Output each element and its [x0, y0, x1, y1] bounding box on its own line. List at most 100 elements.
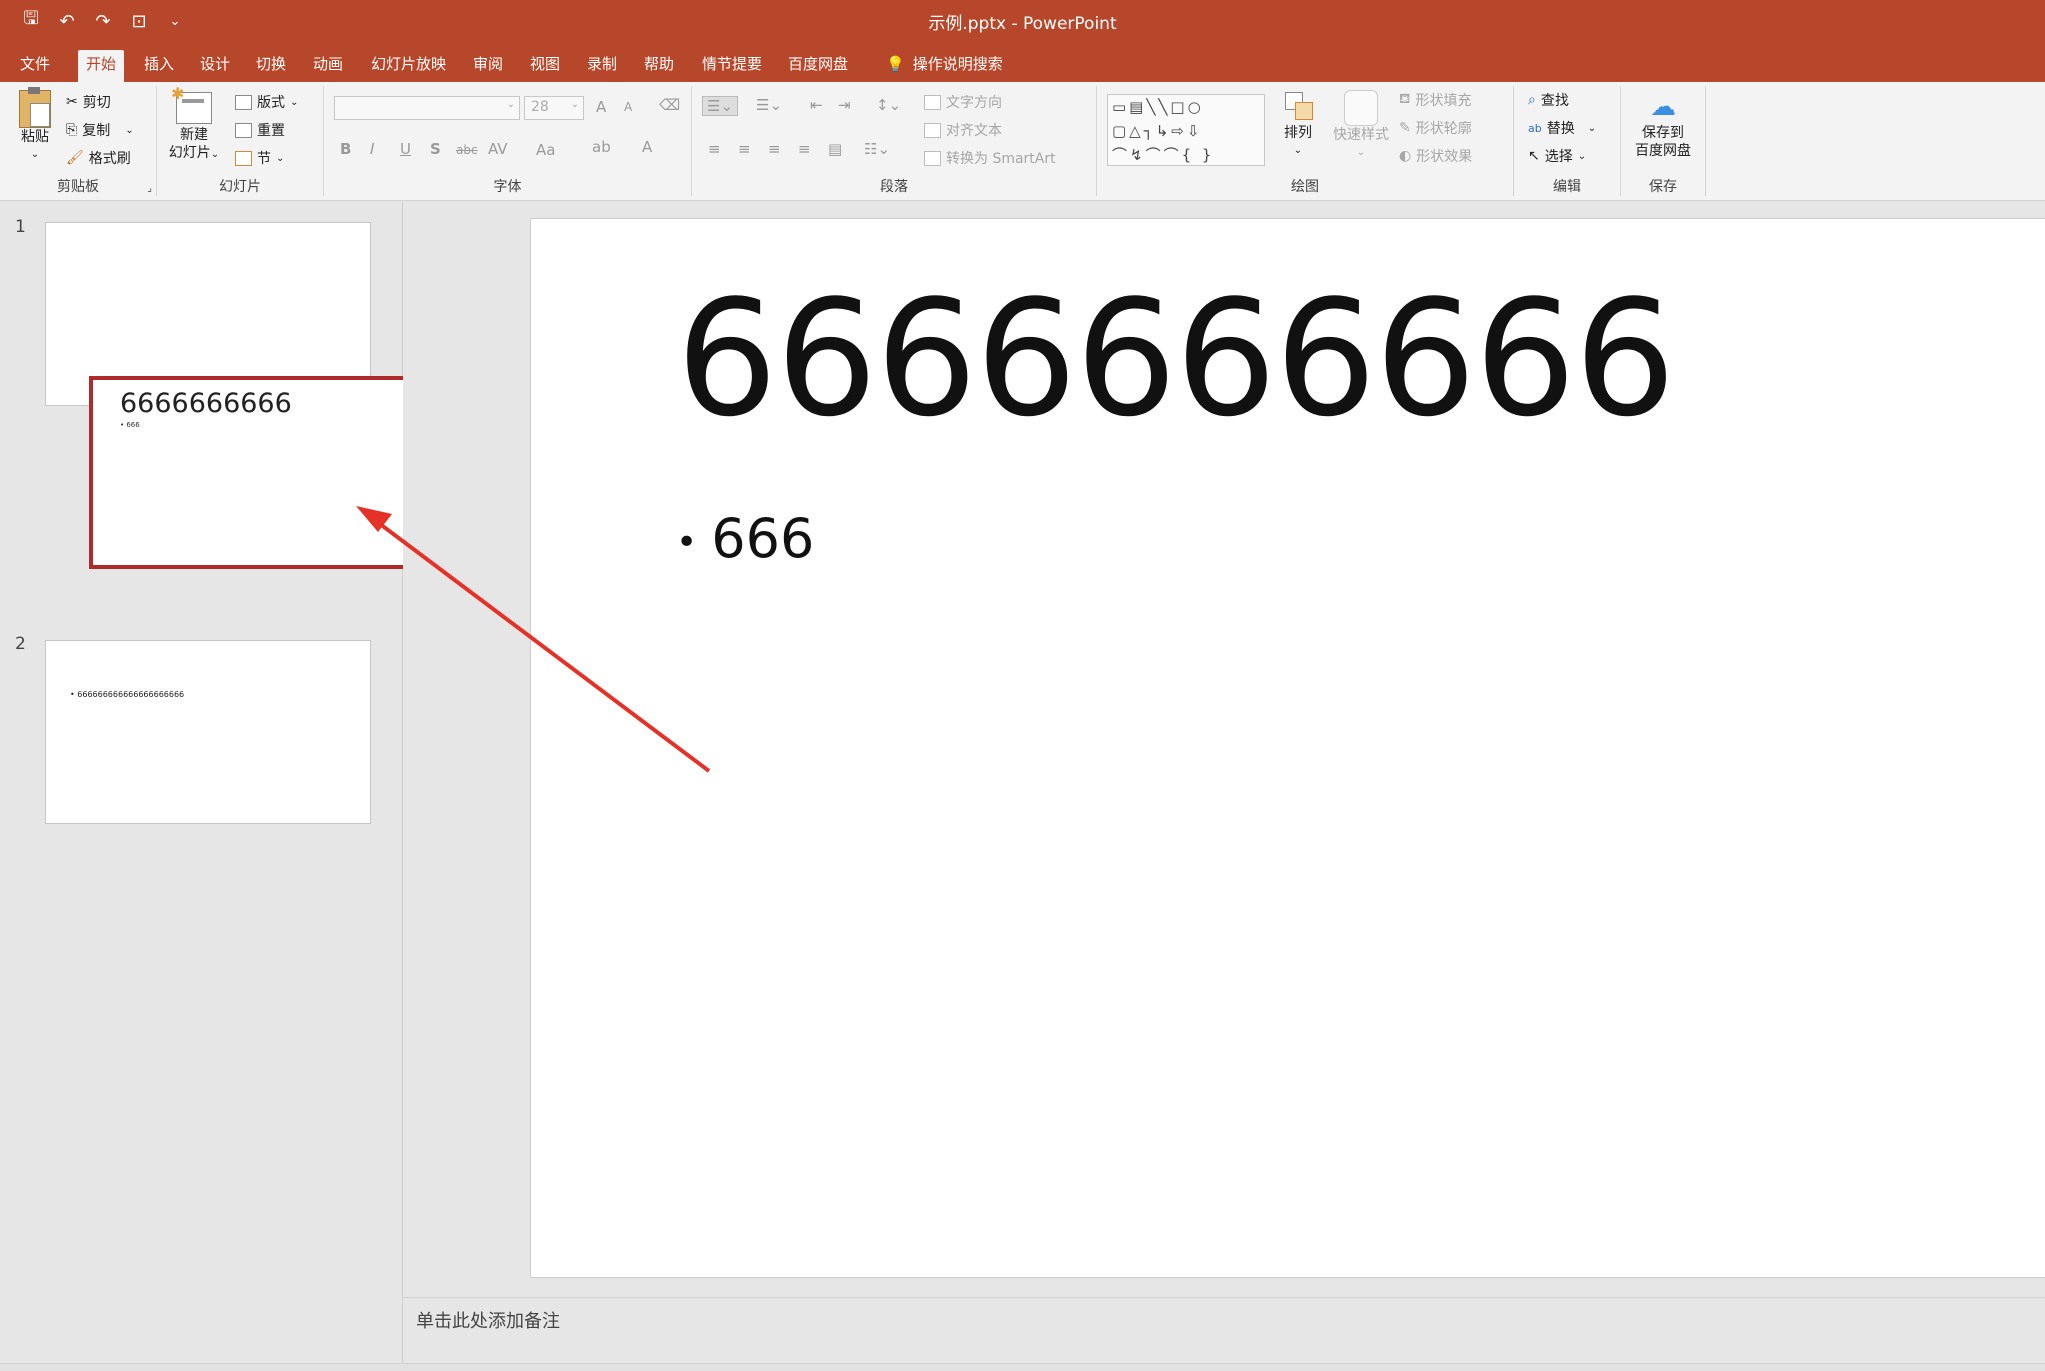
reset-button[interactable]: 重置	[235, 120, 285, 140]
strikethrough-button[interactable]: abc	[456, 143, 478, 157]
tab-animations[interactable]: 动画	[305, 50, 351, 82]
bullets-button[interactable]: ☰⌄	[702, 96, 739, 116]
align-text-icon	[924, 122, 941, 138]
smartart-button[interactable]: 转换为 SmartArt	[924, 148, 1056, 168]
tab-home[interactable]: 开始	[78, 50, 125, 82]
format-painter-label: 格式刷	[88, 151, 131, 167]
shapes-row-1: ▭▤╲╲□○	[1112, 98, 1204, 116]
shrink-font-button[interactable]: A	[624, 100, 632, 114]
search-icon: ⌕	[1528, 92, 1536, 108]
dragged-slide-thumbnail[interactable]: 6666666666 • 666	[89, 376, 425, 569]
clear-format-icon[interactable]: ⌫	[659, 96, 680, 114]
distributed-button[interactable]: ▤	[828, 140, 842, 158]
new-slide-label-2: 幻灯片	[168, 145, 211, 161]
highlight-button[interactable]: ab	[592, 138, 611, 156]
slide-bullet[interactable]: • 666	[676, 507, 814, 570]
char-spacing-button[interactable]: AV	[488, 140, 508, 158]
quick-styles-label: 快速样式	[1333, 127, 1389, 143]
clipboard-group-label: 剪贴板 ⌟	[57, 179, 152, 195]
replace-label: 替换	[1546, 121, 1575, 137]
shape-fill-button[interactable]: ⛾ 形状填充	[1399, 90, 1471, 110]
slide-thumbnail-2[interactable]: • 666666666666666666666	[45, 640, 371, 824]
arrange-label: 排列	[1284, 125, 1312, 141]
smartart-icon	[924, 150, 941, 166]
group-paragraph: ☰⌄ ☰⌄ ⇤ ⇥ ↕⌄ ≡ ≡ ≡ ≡ ▤ ☷⌄ 文字方向 对齐文本 转换为 …	[692, 86, 1097, 196]
slide-thumbnail-panel: 1 2 • 666666666666666666666 6666666666 •…	[0, 201, 425, 1363]
tab-file[interactable]: 文件	[12, 50, 58, 82]
align-center-button[interactable]: ≡	[738, 140, 751, 158]
chevron-down-icon: ⌄	[290, 96, 299, 108]
reset-label: 重置	[257, 123, 285, 139]
find-button[interactable]: ⌕ 查找	[1528, 90, 1569, 110]
title-bar: 🖫 ↶ ↷ ⊡ ⌄ 示例.pptx - PowerPoint	[0, 0, 2045, 42]
dialog-launcher-icon[interactable]: ⌟	[147, 183, 152, 194]
text-direction-button[interactable]: 文字方向	[924, 92, 1002, 112]
shape-fill-label: 形状填充	[1415, 93, 1472, 109]
paste-label: 粘贴	[21, 129, 49, 145]
decrease-indent-button[interactable]: ⇤	[810, 96, 823, 114]
slide-title[interactable]: 6666666666	[676, 279, 1676, 439]
ribbon-tabs: 文件 开始 插入 设计 切换 动画 幻灯片放映 审阅 视图 录制 帮助 情节提要…	[0, 42, 2045, 82]
align-text-button[interactable]: 对齐文本	[924, 120, 1002, 140]
increase-indent-button[interactable]: ⇥	[838, 96, 851, 114]
select-button[interactable]: ↖ 选择 ⌄	[1528, 146, 1586, 166]
save-to-baidu-button[interactable]: ☁ 保存到 百度网盘	[1625, 90, 1701, 160]
font-size-value: 28	[531, 99, 549, 115]
tab-view[interactable]: 视图	[522, 50, 568, 82]
grow-font-button[interactable]: A	[596, 98, 606, 116]
main-slide[interactable]: 6666666666 • 666	[530, 218, 2045, 1278]
editing-group-label: 编辑	[1553, 179, 1581, 195]
new-slide-label-1: 新建	[180, 127, 208, 143]
line-spacing-button[interactable]: ↕⌄	[876, 96, 901, 114]
font-size-box[interactable]: 28 ⌄	[524, 96, 584, 120]
layout-icon	[235, 94, 252, 110]
format-painter-button[interactable]: 🖌 格式刷	[66, 148, 131, 168]
replace-button[interactable]: ab 替换 ⌄	[1528, 118, 1596, 138]
font-color-button[interactable]: A	[642, 138, 652, 156]
tab-transitions[interactable]: 切换	[248, 50, 294, 82]
tab-slideshow[interactable]: 幻灯片放映	[363, 50, 454, 82]
slides-group-label: 幻灯片	[219, 179, 261, 195]
align-left-button[interactable]: ≡	[708, 140, 721, 158]
change-case-button[interactable]: Aa	[536, 141, 555, 159]
cut-button[interactable]: ✂ 剪切	[66, 92, 111, 112]
shapes-gallery[interactable]: ▭▤╲╲□○ ▢△┐↳⇨⇩ ⌒↯⌒⌒{ }	[1107, 94, 1265, 166]
smartart-label: 转换为 SmartArt	[946, 151, 1056, 167]
text-direction-icon	[924, 94, 941, 110]
bold-button[interactable]: B	[340, 140, 351, 158]
paragraph-group-label: 段落	[880, 179, 908, 195]
select-label: 选择	[1544, 149, 1573, 165]
copy-button[interactable]: ⎘ 复制 ⌄	[66, 120, 134, 140]
underline-button[interactable]: U	[400, 140, 411, 158]
new-slide-button[interactable]: ✱ 新建 幻灯片⌄	[163, 85, 225, 164]
slide-number-1: 1	[15, 217, 26, 237]
quick-styles-button[interactable]: 快速样式 ⌄	[1329, 90, 1393, 162]
chevron-down-icon: ⌄	[125, 124, 134, 136]
tab-storyline[interactable]: 情节提要	[694, 50, 770, 82]
section-button[interactable]: 节 ⌄	[235, 148, 284, 168]
numbering-button[interactable]: ☰⌄	[756, 96, 782, 114]
tab-design[interactable]: 设计	[192, 50, 238, 82]
notes-pane[interactable]: 单击此处添加备注	[403, 1297, 2045, 1364]
chevron-down-icon: ⌄	[1587, 122, 1597, 134]
drawing-group-label: 绘图	[1291, 179, 1319, 195]
tell-me-search[interactable]: 💡 操作说明搜索	[878, 50, 1011, 82]
align-text-label: 对齐文本	[946, 123, 1002, 139]
copy-icon: ⎘	[66, 122, 78, 138]
italic-button[interactable]: I	[370, 140, 374, 158]
shadow-button[interactable]: S	[430, 140, 441, 158]
columns-button[interactable]: ☷⌄	[864, 140, 890, 158]
justify-button[interactable]: ≡	[798, 140, 811, 158]
shape-effects-button[interactable]: ◐ 形状效果	[1399, 146, 1472, 166]
align-right-button[interactable]: ≡	[768, 140, 781, 158]
tab-record[interactable]: 录制	[579, 50, 625, 82]
paste-button[interactable]: 粘贴 ⌄	[12, 87, 58, 164]
shape-outline-button[interactable]: ✎ 形状轮廓	[1399, 118, 1472, 138]
tab-baidu[interactable]: 百度网盘	[780, 50, 856, 82]
tab-help[interactable]: 帮助	[636, 50, 682, 82]
arrange-button[interactable]: 排列 ⌄	[1273, 90, 1323, 160]
tab-review[interactable]: 审阅	[465, 50, 511, 82]
tab-insert[interactable]: 插入	[136, 50, 182, 82]
font-name-box[interactable]: ⌄	[334, 96, 520, 120]
layout-button[interactable]: 版式 ⌄	[235, 92, 298, 112]
